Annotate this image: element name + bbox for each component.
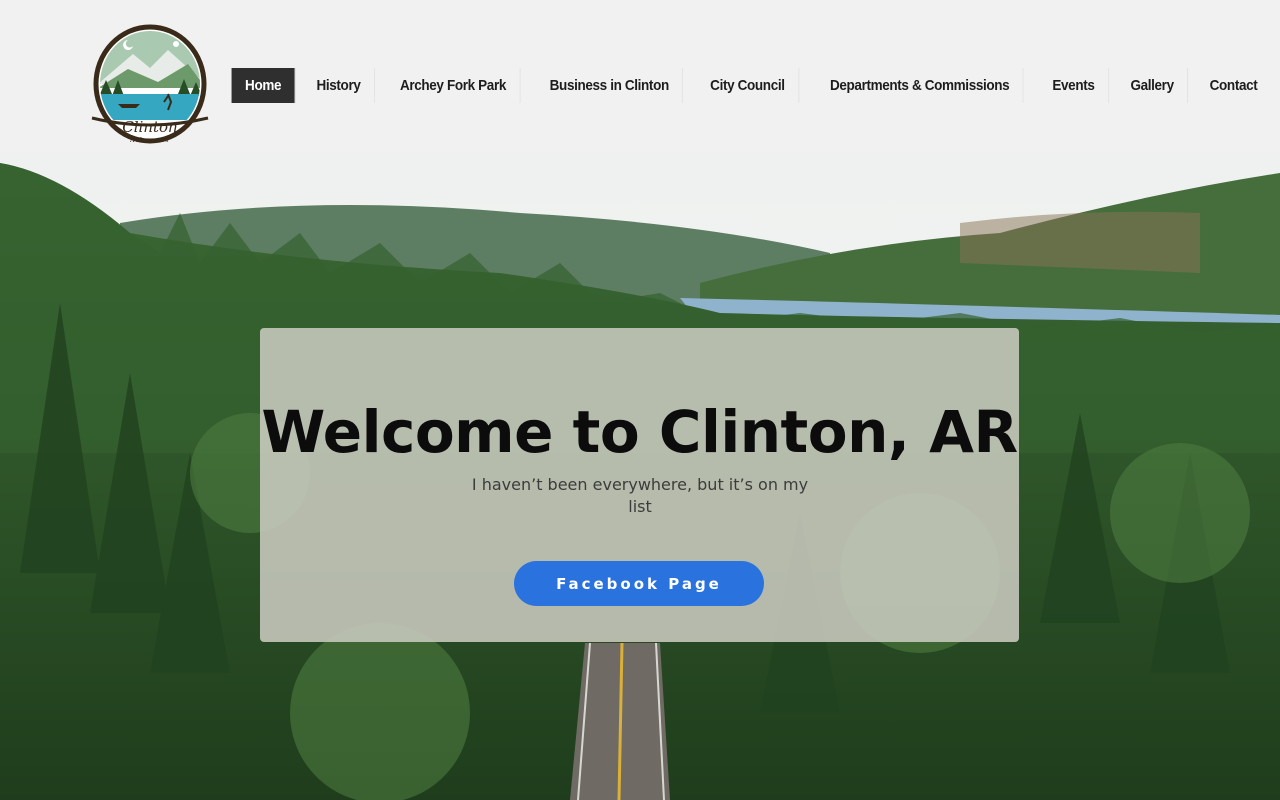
main-nav: Home History Archey Fork Park Business i… <box>228 68 1276 103</box>
nav-business-in-clinton[interactable]: Business in Clinton <box>536 68 684 103</box>
nav-history[interactable]: History <box>303 68 375 103</box>
hero-section: Welcome to Clinton, AR I haven’t been ev… <box>0 153 1280 800</box>
site-header: Clinton Arkansas Home History Archey For… <box>0 0 1280 153</box>
nav-gallery[interactable]: Gallery <box>1117 68 1189 103</box>
welcome-title: Welcome to Clinton, AR <box>261 398 1018 466</box>
welcome-subtitle: I haven’t been everywhere, but it’s on m… <box>471 475 809 516</box>
nav-archey-fork-park[interactable]: Archey Fork Park <box>386 68 521 103</box>
nav-contact[interactable]: Contact <box>1196 68 1271 103</box>
welcome-card: Welcome to Clinton, AR I haven’t been ev… <box>260 328 1019 642</box>
logo-subtitle: Arkansas <box>129 137 170 144</box>
facebook-page-button[interactable]: Facebook Page <box>514 561 764 606</box>
nav-city-council[interactable]: City Council <box>697 68 800 103</box>
nav-departments-commissions[interactable]: Departments & Commissions <box>816 68 1024 103</box>
nav-events[interactable]: Events <box>1039 68 1110 103</box>
nav-home[interactable]: Home <box>231 68 296 103</box>
clinton-logo[interactable]: Clinton Arkansas <box>88 24 212 146</box>
logo-wordmark: Clinton <box>122 118 177 136</box>
